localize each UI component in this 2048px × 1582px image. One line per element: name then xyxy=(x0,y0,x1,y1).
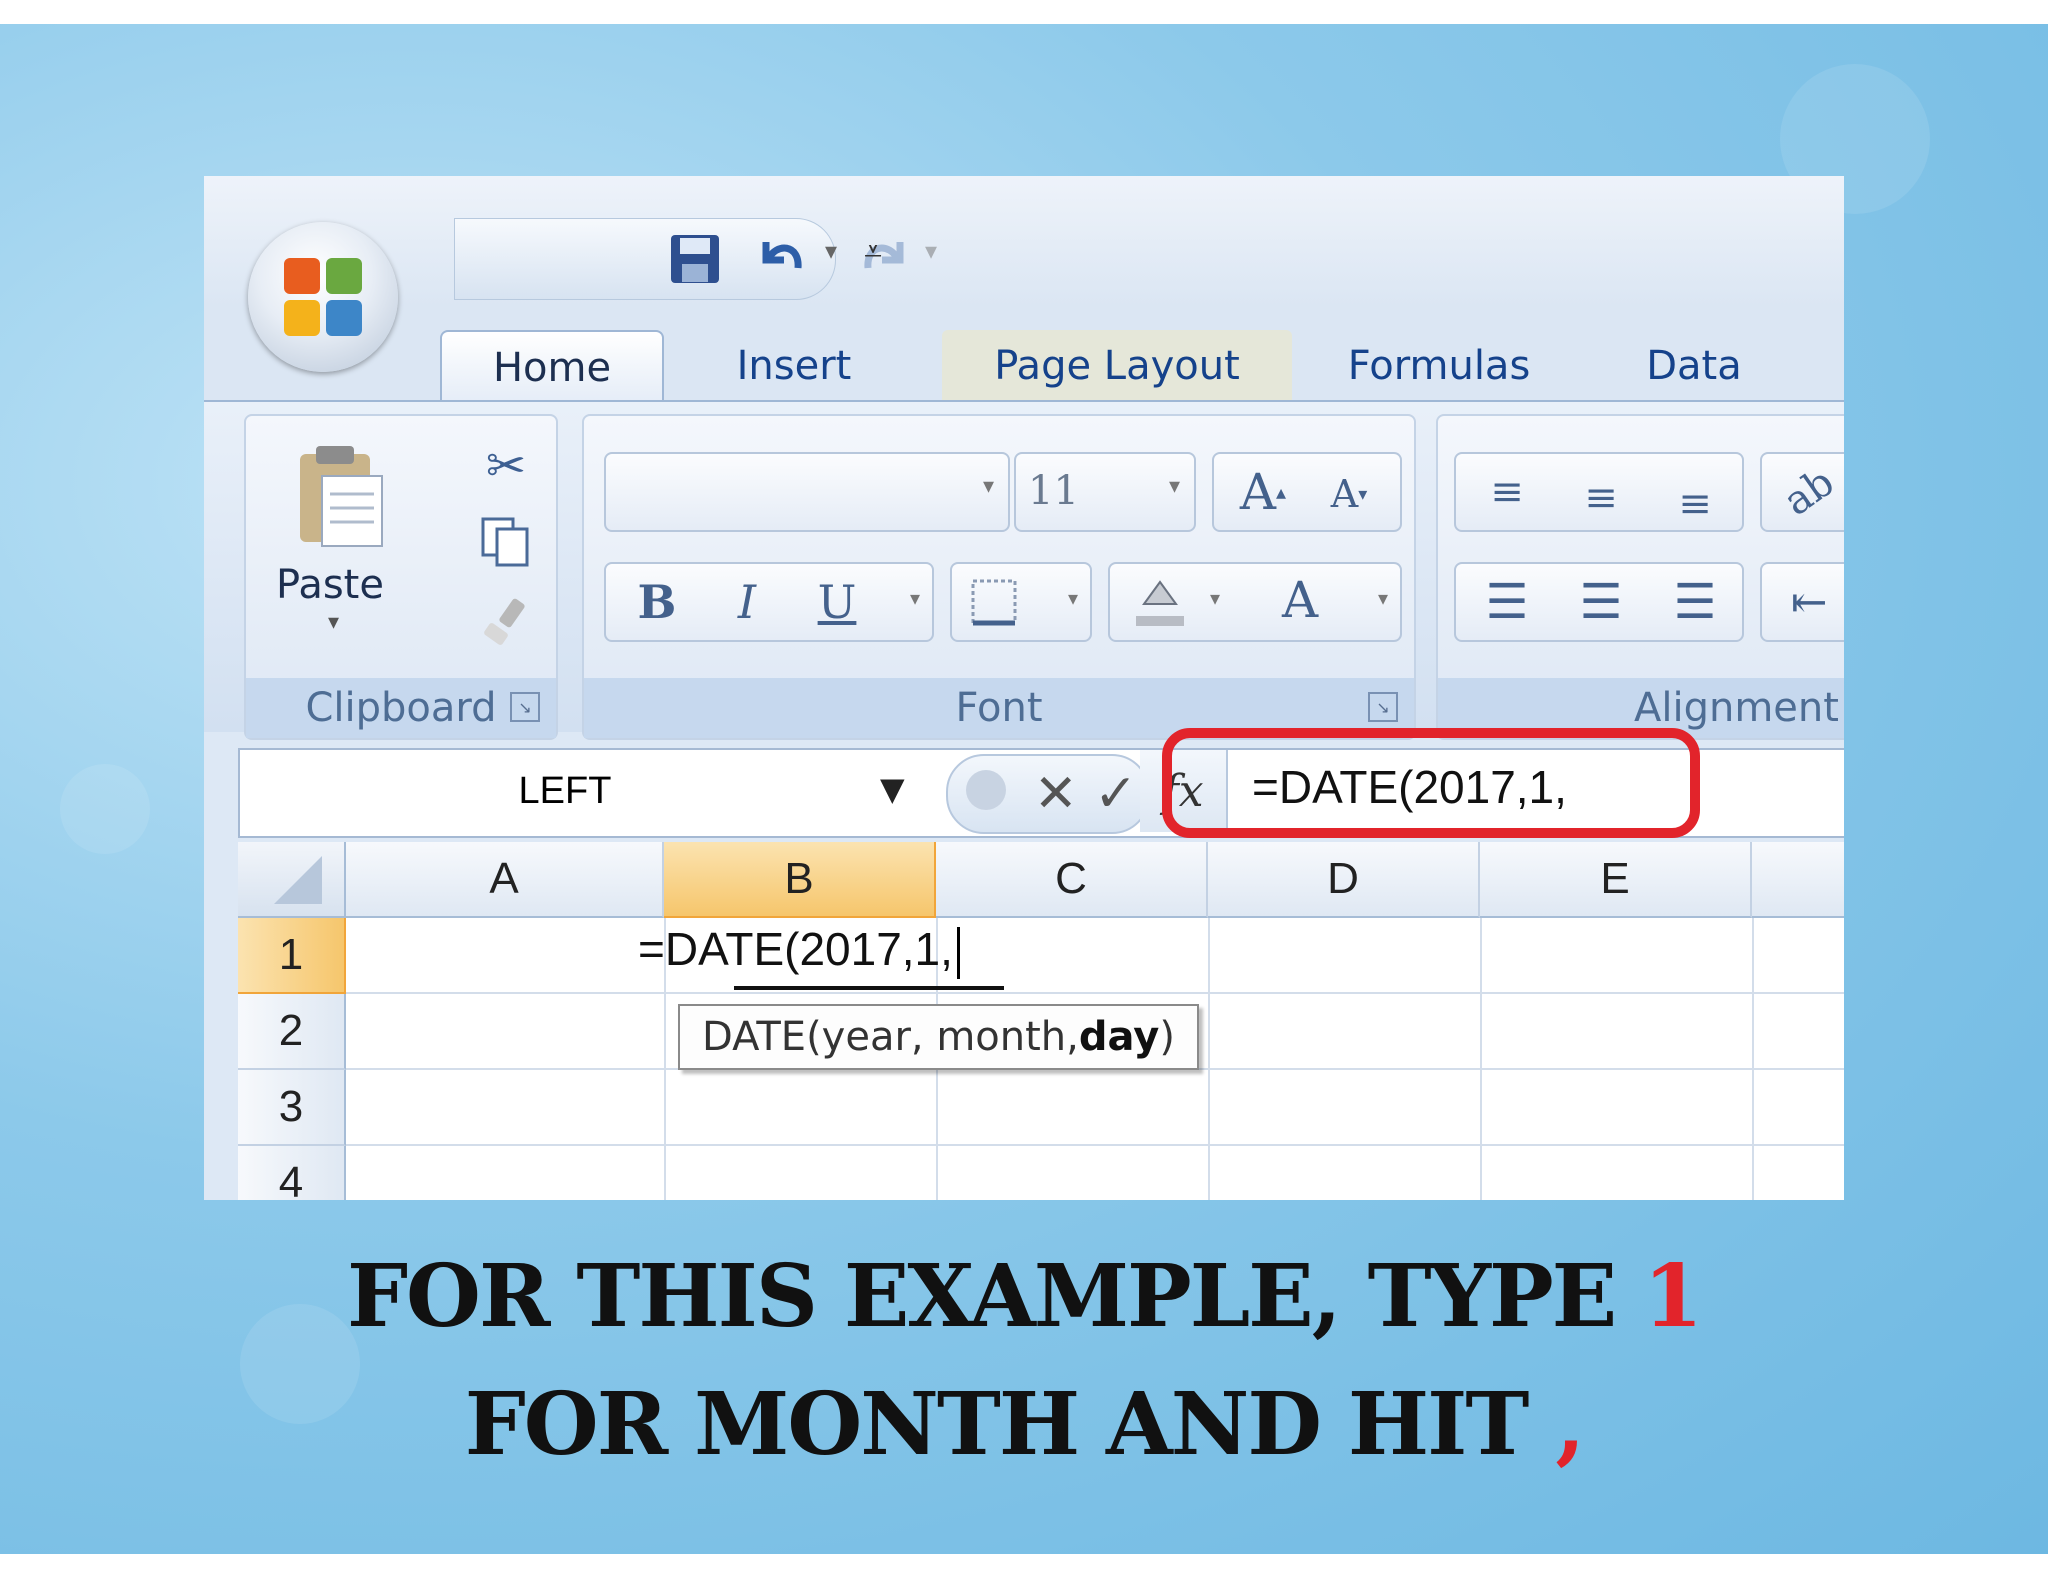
font-color-dropdown-icon[interactable]: ▾ xyxy=(1378,586,1388,610)
indent-button[interactable]: ⇤ xyxy=(1760,562,1844,642)
font-name-dropdown-icon[interactable]: ▾ xyxy=(983,474,994,499)
row-header-1[interactable]: 1 xyxy=(238,918,346,994)
horizontal-align-buttons: ☰ ☰ ☰ xyxy=(1454,562,1744,642)
borders-button[interactable]: ▾ xyxy=(950,562,1092,642)
alignment-group: ≡ ≡ ≡ ab ☰ ☰ ☰ ⇤ Alignment xyxy=(1436,414,1844,740)
column-header-a[interactable]: A xyxy=(346,842,664,918)
tab-insert[interactable]: Insert xyxy=(684,330,904,402)
borders-icon xyxy=(962,572,1026,632)
fill-font-color-buttons: ▾ A ▾ xyxy=(1108,562,1402,642)
clipboard-launcher-icon[interactable]: ↘ xyxy=(510,692,540,722)
orientation-button[interactable]: ab xyxy=(1760,452,1844,532)
text-caret xyxy=(956,926,960,979)
shrink-font-icon[interactable]: A ▾ xyxy=(1314,464,1384,524)
paste-button[interactable]: Paste xyxy=(276,562,384,608)
font-name-combobox[interactable]: ▾ xyxy=(604,452,1010,532)
paste-icon[interactable] xyxy=(290,440,390,554)
ribbon: Paste ▾ ✂ Clipboard ↘ ▾ 11 ▾ A ▴ A ▾ B I… xyxy=(204,400,1844,740)
row-header-2[interactable]: 2 xyxy=(238,994,346,1070)
office-button[interactable] xyxy=(248,222,398,372)
name-box[interactable]: LEFT xyxy=(240,750,890,832)
bottom-align-icon[interactable]: ≡ xyxy=(1660,472,1730,536)
undo-icon[interactable] xyxy=(751,229,811,289)
save-icon[interactable] xyxy=(665,229,725,289)
office-logo-icon xyxy=(284,258,362,336)
function-tooltip[interactable]: DATE(year, month, day) xyxy=(678,1004,1199,1070)
copy-icon[interactable] xyxy=(476,512,536,572)
formula-bar-grip-icon xyxy=(966,770,1006,810)
tab-home[interactable]: Home xyxy=(440,330,664,404)
quick-access-toolbar: ▾ ▾ xyxy=(454,218,937,300)
font-launcher-icon[interactable]: ↘ xyxy=(1368,692,1398,722)
column-header-d[interactable]: D xyxy=(1208,842,1480,918)
font-grow-shrink: A ▴ A ▾ xyxy=(1212,452,1402,532)
title-bar: ▾ ▾ ⩡ xyxy=(204,176,1844,306)
column-header-b[interactable]: B xyxy=(664,842,936,918)
redo-dropdown-icon[interactable]: ▾ xyxy=(925,237,937,265)
row-header-4[interactable]: 4 xyxy=(238,1146,346,1200)
font-style-buttons: B I U ▾ xyxy=(604,562,934,642)
formula-buttons: ✕ ✓ xyxy=(946,754,1150,834)
decrease-indent-icon: ⇤ xyxy=(1790,576,1828,628)
italic-icon[interactable]: I xyxy=(712,570,782,634)
format-painter-icon[interactable] xyxy=(476,592,536,652)
font-size-value: 11 xyxy=(1028,468,1079,514)
font-size-dropdown-icon[interactable]: ▾ xyxy=(1169,474,1180,499)
middle-align-icon[interactable]: ≡ xyxy=(1566,466,1636,530)
active-cell-editor[interactable]: =DATE(2017,1, xyxy=(638,922,960,979)
fill-color-dropdown-icon[interactable]: ▾ xyxy=(1210,586,1220,610)
name-box-dropdown-icon[interactable]: ▼ xyxy=(880,770,905,808)
borders-dropdown-icon[interactable]: ▾ xyxy=(1068,586,1078,610)
formula-highlight-annotation xyxy=(1162,728,1700,838)
undo-dropdown-icon[interactable]: ▾ xyxy=(825,237,837,265)
select-all-button[interactable] xyxy=(238,842,346,918)
column-header-c[interactable]: C xyxy=(936,842,1208,918)
row-header-3[interactable]: 3 xyxy=(238,1070,346,1146)
font-color-icon[interactable]: A xyxy=(1260,568,1340,632)
font-group: ▾ 11 ▾ A ▴ A ▾ B I U ▾ ▾ ▾ A ▾ Font ↘ xyxy=(582,414,1416,740)
fill-color-icon[interactable] xyxy=(1120,570,1200,634)
underline-icon[interactable]: U xyxy=(802,570,872,634)
column-header-partial[interactable] xyxy=(1752,842,1844,918)
tab-page-layout[interactable]: Page Layout xyxy=(942,330,1292,402)
bold-icon[interactable]: B xyxy=(622,570,692,634)
customize-qat-icon[interactable]: ⩡ xyxy=(864,232,882,271)
enter-icon[interactable]: ✓ xyxy=(1094,764,1138,824)
tab-formulas[interactable]: Formulas xyxy=(1314,330,1564,402)
paste-dropdown-icon[interactable]: ▾ xyxy=(328,610,339,635)
cancel-icon[interactable]: ✕ xyxy=(1034,764,1078,824)
underline-dropdown-icon[interactable]: ▾ xyxy=(910,586,920,610)
caption-line-2: FOR MONTH AND HIT , xyxy=(464,1374,1586,1475)
grow-font-icon[interactable]: A ▴ xyxy=(1228,460,1298,524)
excel-screenshot: ▾ ▾ ⩡ Home Insert Page Layout Formulas D… xyxy=(204,176,1844,1200)
orientation-icon: ab xyxy=(1775,458,1843,526)
worksheet-grid: A B C D E 1 2 3 4 =DATE(2017,1, DATE(yea… xyxy=(238,842,1844,1200)
top-align-icon[interactable]: ≡ xyxy=(1472,460,1542,524)
vertical-align-buttons: ≡ ≡ ≡ xyxy=(1454,452,1744,532)
tab-data[interactable]: Data xyxy=(1594,330,1794,402)
ribbon-tabs: Home Insert Page Layout Formulas Data xyxy=(204,306,1844,404)
cut-icon[interactable]: ✂ xyxy=(476,436,536,496)
font-size-combobox[interactable]: 11 ▾ xyxy=(1014,452,1196,532)
argument-underline xyxy=(734,986,1004,990)
align-center-icon[interactable]: ☰ xyxy=(1566,570,1636,634)
column-header-e[interactable]: E xyxy=(1480,842,1752,918)
align-right-icon[interactable]: ☰ xyxy=(1660,570,1730,634)
caption-line-1: FOR THIS EXAMPLE, TYPE 1 xyxy=(347,1246,1703,1347)
clipboard-group: Paste ▾ ✂ Clipboard ↘ xyxy=(244,414,558,740)
align-left-icon[interactable]: ☰ xyxy=(1472,570,1542,634)
